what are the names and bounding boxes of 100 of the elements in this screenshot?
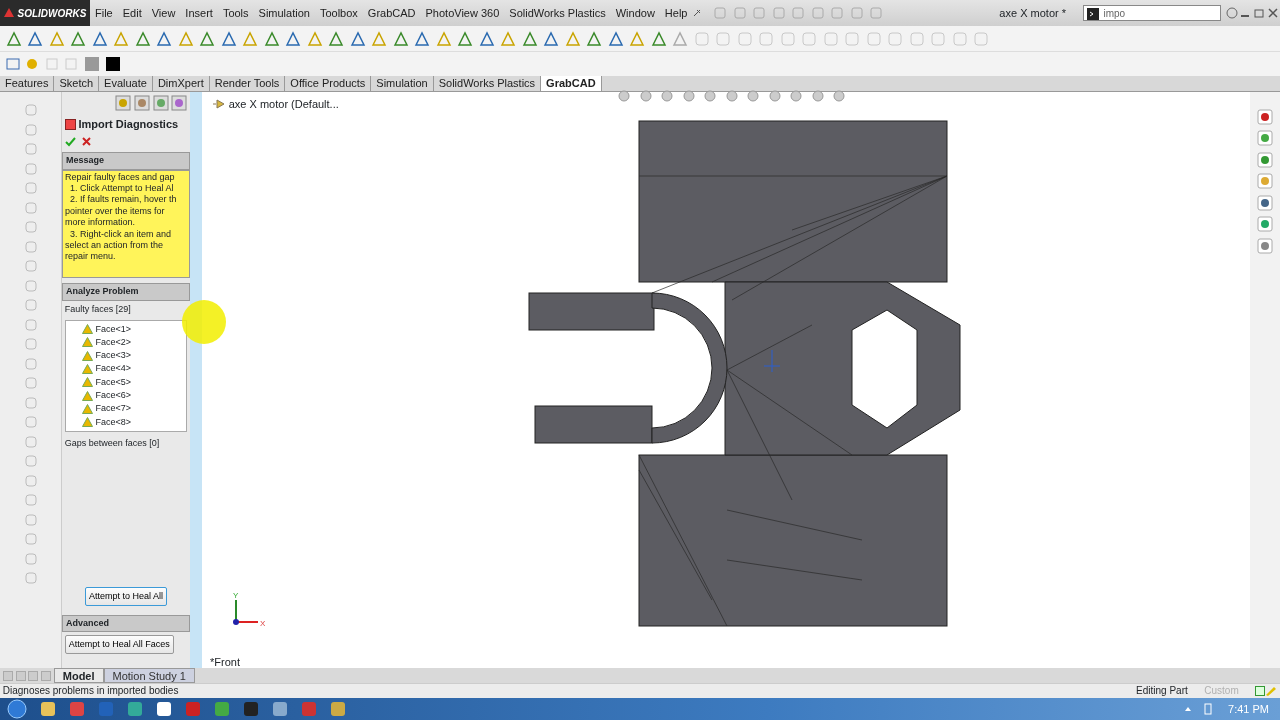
quick-access-icon[interactable] — [752, 6, 767, 20]
quick-access-icon[interactable] — [791, 6, 806, 20]
quick-access-icon[interactable] — [772, 6, 786, 20]
cancel-icon[interactable] — [81, 135, 93, 147]
menu-item[interactable]: Tools — [217, 4, 254, 22]
view-tool-icon[interactable] — [616, 88, 632, 104]
scrollbar[interactable] — [190, 92, 202, 668]
taskbar-app-icon[interactable] — [154, 700, 173, 718]
sketch-tool-icon[interactable] — [521, 30, 538, 47]
face-item[interactable]: Face<7> — [95, 402, 132, 416]
sketch-tool-icon[interactable] — [543, 30, 559, 47]
tab-scroll-icon[interactable] — [28, 670, 39, 681]
view-tool-icon[interactable] — [745, 88, 761, 104]
menu-item[interactable]: Window — [610, 4, 660, 22]
command-tab[interactable]: Sketch — [54, 76, 100, 91]
menu-item[interactable]: Help — [659, 4, 693, 22]
menu-item[interactable]: View — [146, 4, 181, 22]
sketch-tool-icon[interactable] — [199, 30, 215, 47]
command-tab[interactable]: Office Products — [285, 76, 372, 91]
command-tab[interactable]: Render Tools — [209, 76, 286, 91]
tab-scroll-icon[interactable] — [2, 670, 13, 681]
tab-scroll-icon[interactable] — [15, 670, 26, 681]
sketch-tool-icon[interactable] — [70, 30, 86, 47]
quick-access-icon[interactable] — [850, 6, 864, 20]
command-tab[interactable]: Simulation — [371, 76, 434, 91]
task-pane-icon[interactable] — [1257, 237, 1273, 254]
sketch-tool-icon[interactable] — [156, 30, 172, 47]
sketch-tool-icon[interactable] — [134, 30, 151, 47]
manager-tab-icon[interactable] — [115, 94, 131, 111]
sketch-tool-icon[interactable] — [177, 30, 194, 47]
sketch-tool-icon[interactable] — [629, 30, 645, 47]
restore-icon[interactable] — [1252, 7, 1266, 19]
sketch-tool-icon[interactable] — [564, 30, 581, 47]
status-icon[interactable] — [1255, 686, 1266, 696]
sketch-tool-icon[interactable] — [371, 30, 387, 47]
sketch-tool-icon[interactable] — [5, 30, 22, 47]
tray-arrow-icon[interactable] — [1184, 705, 1193, 713]
task-pane-icon[interactable] — [1257, 216, 1273, 232]
view-tool-icon[interactable] — [702, 88, 718, 104]
view-tool-icon[interactable] — [659, 88, 675, 104]
view-tool-icon[interactable] — [788, 88, 804, 104]
sketch-tool-icon[interactable] — [435, 30, 452, 47]
toolbar-icon[interactable] — [5, 57, 20, 71]
sketch-tool-icon[interactable] — [500, 30, 516, 47]
tree-root[interactable]: axe X motor (Default... — [228, 96, 339, 113]
face-item[interactable]: Face<5> — [95, 375, 132, 389]
sketch-tool-icon[interactable] — [263, 30, 280, 47]
face-item[interactable]: Face<1> — [95, 322, 132, 336]
sketch-tool-icon[interactable] — [27, 30, 43, 47]
sketch-tool-icon[interactable] — [113, 30, 129, 47]
task-pane-icon[interactable] — [1257, 130, 1273, 146]
color-swatch-icon[interactable] — [105, 56, 121, 72]
sketch-tool-icon[interactable] — [392, 30, 409, 47]
quick-access-icon[interactable] — [830, 6, 845, 20]
quick-access-icon[interactable] — [713, 6, 728, 20]
menu-item[interactable]: Toolbox — [314, 4, 363, 22]
view-tool-icon[interactable] — [831, 88, 847, 104]
close-icon[interactable] — [1266, 7, 1280, 19]
command-tab[interactable]: DimXpert — [152, 76, 210, 91]
view-tool-icon[interactable] — [680, 88, 697, 104]
face-item[interactable]: Face<2> — [95, 335, 132, 350]
toolbar-icon[interactable] — [25, 57, 39, 71]
toolbar-icon[interactable] — [83, 56, 100, 72]
sketch-tool-icon[interactable] — [650, 30, 667, 47]
heal-all-button[interactable]: Attempt to Heal All — [84, 586, 167, 607]
menu-item[interactable]: Simulation — [253, 4, 315, 22]
face-item[interactable]: Face<6> — [95, 389, 132, 403]
sketch-tool-icon[interactable] — [306, 30, 323, 47]
face-item[interactable]: Face<8> — [95, 415, 132, 429]
pin-icon[interactable] — [692, 8, 703, 18]
command-tab[interactable]: Features — [0, 76, 55, 91]
face-item[interactable]: Face<4> — [95, 362, 132, 376]
ok-icon[interactable] — [64, 135, 76, 147]
tab-scroll-icon[interactable] — [41, 670, 51, 681]
sketch-tool-icon[interactable] — [478, 30, 495, 47]
quick-access-icon[interactable] — [869, 6, 884, 20]
command-tab[interactable]: Evaluate — [99, 76, 153, 91]
view-tool-icon[interactable] — [809, 88, 826, 104]
view-tool-icon[interactable] — [723, 88, 740, 104]
heal-all-faces-button[interactable]: Attempt to Heal All Faces — [64, 634, 174, 655]
menu-item[interactable]: PhotoView 360 — [420, 4, 505, 22]
task-pane-icon[interactable] — [1257, 151, 1273, 168]
search-field[interactable]: impo — [1082, 5, 1221, 22]
sketch-tool-icon[interactable] — [672, 30, 688, 47]
toolbar-icon[interactable] — [44, 57, 59, 71]
sketch-tool-icon[interactable] — [414, 30, 430, 47]
start-button-icon[interactable] — [5, 699, 28, 719]
view-tool-icon[interactable] — [637, 88, 654, 104]
menu-item[interactable]: File — [90, 4, 118, 22]
sketch-tool-icon[interactable] — [48, 30, 65, 47]
quick-access-icon[interactable] — [811, 6, 825, 20]
sketch-tool-icon[interactable] — [349, 30, 366, 47]
part-icon[interactable] — [212, 98, 226, 111]
help-icon[interactable] — [1226, 7, 1238, 19]
menu-item[interactable]: GrabCAD — [362, 4, 421, 22]
sketch-tool-icon[interactable] — [457, 30, 473, 47]
sketch-tool-icon[interactable] — [91, 30, 108, 47]
menu-item[interactable]: SolidWorks Plastics — [504, 4, 611, 22]
quick-access-icon[interactable] — [733, 6, 747, 20]
view-tool-icon[interactable] — [766, 88, 783, 104]
